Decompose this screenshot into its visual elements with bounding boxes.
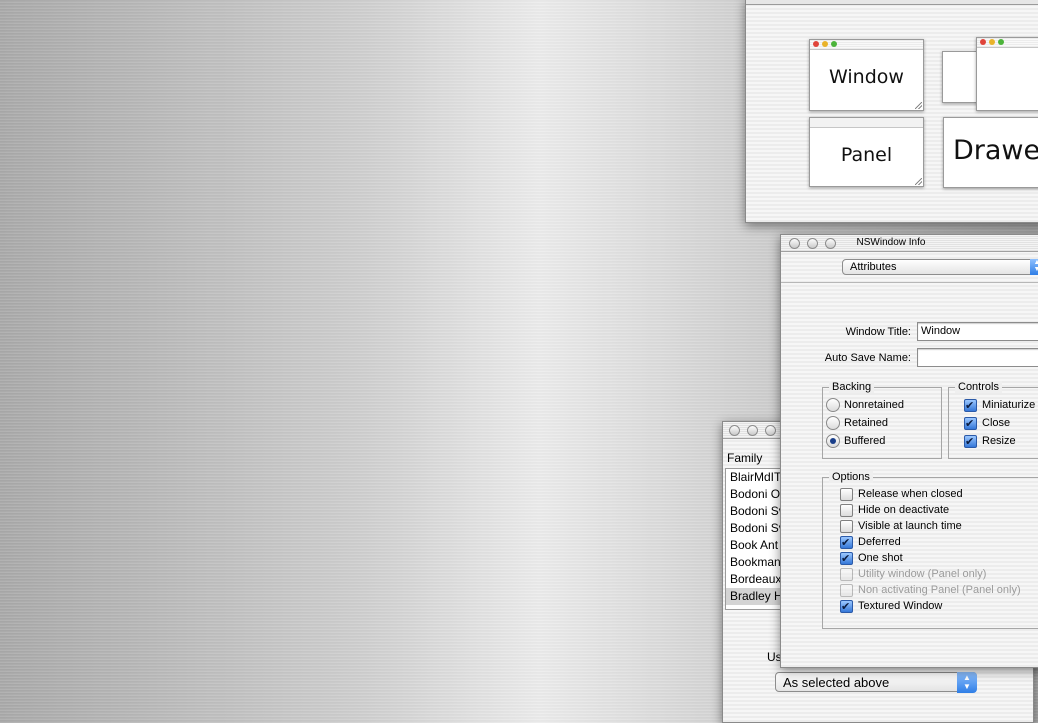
tile-titlebar [977,38,1038,48]
palette-toolbar-edge [746,0,1038,5]
info-panel-titlebar: NSWindow Info [781,235,1038,252]
zoom-dot-icon [998,39,1004,45]
checkbox-label: One shot [858,552,903,564]
backing-title: Backing [829,381,875,393]
drawer-tile-label: Drawer [953,135,1038,166]
radio-icon [826,398,840,412]
options-group: Options Release when closed Hide on deac… [822,471,1038,629]
radio-label: Buffered [844,435,886,447]
section-select-value: Attributes [850,261,897,273]
palette-window: Window Panel Drawer [745,0,1038,223]
checkbox-label: Hide on deactivate [858,504,950,516]
resize-grip-icon [915,102,922,109]
checkbox-icon [840,504,853,517]
checkbox-checked-icon [840,535,853,551]
checkbox-label: Non activating Panel (Panel only) [858,584,1021,596]
select-arrows-icon: ▲ ▼ [1030,259,1038,275]
size-select-value: As selected above [783,675,890,690]
auto-save-field[interactable] [917,348,1038,367]
checkbox-checked-icon [840,599,853,615]
tile-titlebar [810,40,923,50]
options-title: Options [829,471,873,483]
checkbox-icon [840,520,853,533]
checkbox-checked-icon [964,434,977,450]
controls-title: Controls [955,381,1002,393]
panel-tile-label: Panel [840,144,893,166]
window-title-label: Window Title: [845,326,911,338]
checkbox-label: Miniaturize [982,399,1036,411]
checkbox-label: Textured Window [858,600,943,612]
checkbox-label: Release when closed [858,488,963,500]
checkbox-label: Visible at launch time [858,520,962,532]
window-tile-label: Window [829,66,904,88]
checkbox-label: Close [982,417,1011,429]
radio-label: Nonretained [844,399,904,411]
checkbox-checked-icon [964,398,977,414]
checkbox-icon [840,488,853,501]
select-arrows-icon: ▲ ▼ [957,672,977,693]
info-panel: NSWindow Info Attributes ▲ ▼ Window Title… [780,234,1038,668]
drawer-tile[interactable]: Drawer [943,117,1038,188]
checkbox-label: Utility window (Panel only) [858,568,987,580]
minimize-dot-icon [989,39,995,45]
window-tile[interactable]: Window [809,39,924,111]
radio-icon [826,416,840,430]
controls-group: Controls Miniaturize Close Resize [948,381,1038,459]
checkbox-disabled-icon [840,568,853,581]
close-button[interactable] [729,425,740,436]
minimize-button[interactable] [747,425,758,436]
section-select[interactable]: Attributes ▲ ▼ [842,259,1038,275]
close-dot-icon [813,41,819,47]
zoom-dot-icon [831,41,837,47]
auto-save-label: Auto Save Name: [824,352,911,364]
divider [781,282,1038,283]
radio-selected-icon [826,434,840,448]
textured-window-tile[interactable] [976,37,1038,111]
resize-grip-icon [915,178,922,185]
checkbox-disabled-icon [840,584,853,597]
checkbox-label: Deferred [858,536,901,548]
zoom-button[interactable] [765,425,776,436]
backing-group: Backing Nonretained Retained Buffered [822,381,942,459]
panel-title: NSWindow Info [856,237,926,248]
minimize-dot-icon [822,41,828,47]
size-select[interactable]: As selected above ▲ ▼ [775,672,977,693]
checkbox-checked-icon [964,416,977,432]
radio-label: Retained [844,417,889,429]
tile-titlebar [810,118,923,128]
window-title-field[interactable]: Window [917,322,1038,341]
checkbox-label: Resize [982,435,1016,447]
family-header: Family [727,451,763,465]
panel-tile[interactable]: Panel [809,117,924,187]
close-dot-icon [980,39,986,45]
checkbox-checked-icon [840,551,853,567]
